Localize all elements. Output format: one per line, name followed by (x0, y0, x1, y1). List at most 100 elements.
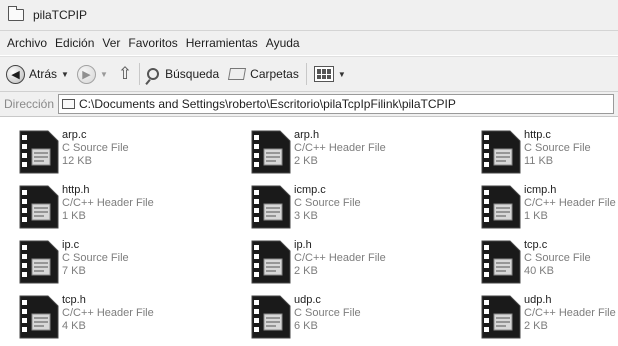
file-size: 6 KB (294, 320, 318, 332)
source-file-icon (18, 239, 60, 285)
file-type: C/C++ Header File (524, 307, 616, 319)
file-size: 40 KB (524, 265, 554, 277)
chevron-down-icon[interactable]: ▼ (338, 70, 346, 79)
folders-icon (228, 68, 247, 80)
file-type: C/C++ Header File (294, 142, 386, 154)
file-type: C/C++ Header File (62, 197, 154, 209)
title-bar: pilaTCPIP (0, 0, 618, 31)
menu-ayuda[interactable]: Ayuda (266, 36, 300, 50)
menu-bar: Archivo Edición Ver Favoritos Herramient… (0, 31, 618, 55)
file-name: icmp.h (524, 184, 557, 196)
back-arrow-icon: ◀ (6, 64, 25, 84)
source-file-icon (480, 294, 522, 340)
file-info: icmp.h C/C++ Header File 1 KB (524, 184, 616, 223)
file-name: udp.c (294, 294, 321, 306)
file-item[interactable]: icmp.c C Source File 3 KB (250, 184, 440, 236)
menu-archivo[interactable]: Archivo (7, 36, 47, 50)
file-info: tcp.h C/C++ Header File 4 KB (62, 294, 154, 333)
file-name: tcp.h (62, 294, 86, 306)
address-label: Dirección (4, 97, 55, 111)
file-name: http.c (524, 129, 551, 141)
address-bar: Dirección C:\Documents and Settings\robe… (0, 92, 618, 117)
file-name: icmp.c (294, 184, 326, 196)
file-type: C Source File (62, 142, 129, 154)
file-info: http.c C Source File 11 KB (524, 129, 591, 168)
file-item[interactable]: arp.h C/C++ Header File 2 KB (250, 129, 440, 181)
file-type: C Source File (294, 197, 361, 209)
file-name: tcp.c (524, 239, 548, 251)
chevron-down-icon[interactable]: ▼ (61, 70, 69, 79)
file-type: C Source File (62, 252, 129, 264)
views-icon (313, 66, 334, 82)
back-label: Atrás (29, 67, 58, 81)
file-name: arp.h (294, 129, 320, 141)
file-size: 2 KB (294, 265, 318, 277)
source-file-icon (250, 184, 292, 230)
file-item[interactable]: arp.c C Source File 12 KB (18, 129, 208, 181)
file-item[interactable]: udp.h C/C++ Header File 2 KB (480, 294, 618, 346)
file-list: arp.c C Source File 12 KB arp.h C/C++ He… (0, 117, 618, 339)
toolbar: ◀ Atrás ▼ ▶ ▼ ⇧ Búsqueda Carpetas ▼ (0, 56, 618, 92)
back-button[interactable]: ◀ Atrás ▼ (6, 64, 69, 84)
chevron-down-icon[interactable]: ▼ (100, 70, 108, 79)
file-item[interactable]: tcp.c C Source File 40 KB (480, 239, 618, 291)
file-size: 1 KB (62, 210, 86, 222)
up-folder-button[interactable]: ⇧ (118, 64, 132, 84)
source-file-icon (18, 184, 60, 230)
forward-arrow-icon: ▶ (76, 64, 96, 84)
source-file-icon (250, 239, 292, 285)
file-info: udp.c C Source File 6 KB (294, 294, 361, 333)
file-size: 1 KB (524, 210, 548, 222)
file-item[interactable]: ip.c C Source File 7 KB (18, 239, 208, 291)
file-type: C Source File (294, 307, 361, 319)
file-info: udp.h C/C++ Header File 2 KB (524, 294, 616, 333)
file-type: C/C++ Header File (294, 252, 386, 264)
file-item[interactable]: udp.c C Source File 6 KB (250, 294, 440, 346)
file-info: ip.h C/C++ Header File 2 KB (294, 239, 386, 278)
file-item[interactable]: http.h C/C++ Header File 1 KB (18, 184, 208, 236)
file-item[interactable]: icmp.h C/C++ Header File 1 KB (480, 184, 618, 236)
source-file-icon (18, 294, 60, 340)
menu-herramientas[interactable]: Herramientas (186, 36, 258, 50)
source-file-icon (480, 129, 522, 175)
source-file-icon (480, 184, 522, 230)
forward-button[interactable]: ▶ ▼ (76, 64, 108, 84)
file-name: ip.c (62, 239, 80, 251)
address-path: C:\Documents and Settings\roberto\Escrit… (79, 97, 456, 111)
up-folder-icon: ⇧ (117, 64, 133, 83)
file-item[interactable]: ip.h C/C++ Header File 2 KB (250, 239, 440, 291)
search-button[interactable]: Búsqueda (147, 67, 219, 81)
toolbar-separator (305, 63, 307, 85)
menu-edicion[interactable]: Edición (55, 36, 94, 50)
folders-button[interactable]: Carpetas (228, 67, 299, 81)
file-info: arp.c C Source File 12 KB (62, 129, 129, 168)
file-size: 2 KB (524, 320, 548, 332)
file-size: 3 KB (294, 210, 318, 222)
address-input[interactable]: C:\Documents and Settings\roberto\Escrit… (58, 94, 614, 114)
file-name: udp.h (524, 294, 552, 306)
menu-ver[interactable]: Ver (102, 36, 120, 50)
file-info: tcp.c C Source File 40 KB (524, 239, 591, 278)
folder-icon (62, 99, 76, 109)
file-type: C Source File (524, 252, 591, 264)
source-file-icon (250, 294, 292, 340)
file-name: ip.h (294, 239, 312, 251)
folder-icon (8, 6, 24, 21)
search-icon (147, 68, 160, 80)
toolbar-separator (139, 63, 141, 85)
file-name: http.h (62, 184, 90, 196)
file-name: arp.c (62, 129, 87, 141)
search-label: Búsqueda (165, 67, 220, 81)
file-size: 11 KB (524, 155, 554, 167)
file-item[interactable]: tcp.h C/C++ Header File 4 KB (18, 294, 208, 346)
views-button[interactable]: ▼ (313, 66, 346, 82)
source-file-icon (18, 129, 60, 175)
file-size: 7 KB (62, 265, 86, 277)
file-type: C/C++ Header File (524, 197, 616, 209)
source-file-icon (250, 129, 292, 175)
file-type: C/C++ Header File (62, 307, 154, 319)
file-size: 4 KB (62, 320, 86, 332)
file-item[interactable]: http.c C Source File 11 KB (480, 129, 618, 181)
menu-favoritos[interactable]: Favoritos (128, 36, 177, 50)
file-info: http.h C/C++ Header File 1 KB (62, 184, 154, 223)
